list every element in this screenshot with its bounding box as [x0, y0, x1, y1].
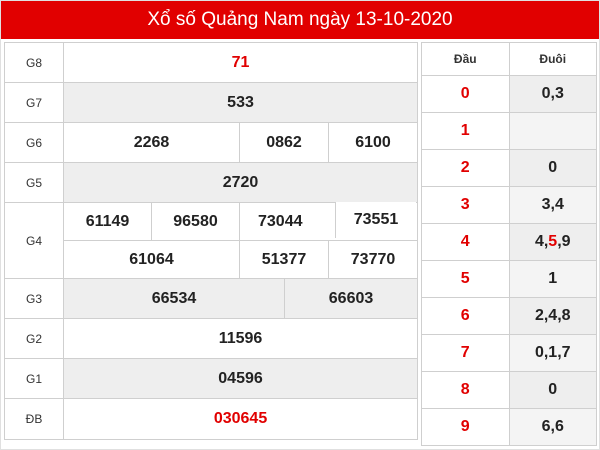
- loto-row: 6 2,4,8: [421, 297, 597, 335]
- loto-tail-4-part-1: 4,: [534, 233, 549, 250]
- prize-number-g3-1: 66534: [63, 278, 285, 319]
- prize-row-g8: G8 71: [4, 42, 419, 83]
- loto-tail-9: 6,6: [508, 408, 597, 446]
- loto-head-7: 7: [421, 334, 510, 372]
- loto-tail-4: 4,5,9: [508, 223, 597, 261]
- page-title: Xổ số Quảng Nam ngày 13-10-2020: [1, 1, 599, 39]
- prize-row-db: ĐB 030645: [4, 398, 419, 440]
- loto-tail-1: [508, 112, 597, 150]
- prize-number-g4-1: 61149: [63, 202, 152, 241]
- loto-head-2: 2: [421, 149, 510, 187]
- prize-row-g6: G6 2268 0862 6100: [4, 122, 419, 163]
- prize-row-g3: G3 66534 66603: [4, 278, 419, 319]
- loto-tail-header: Đuôi: [508, 42, 597, 76]
- prize-number-g4-5: 61064: [63, 240, 240, 279]
- loto-row: 4 4,5,9: [421, 223, 597, 261]
- loto-tail-4-part-3: ,9: [557, 233, 571, 250]
- loto-tail-6: 2,4,8: [508, 297, 597, 335]
- loto-tail-0: 0,3: [508, 75, 597, 113]
- results-panel: Xổ số Quảng Nam ngày 13-10-2020 G8 71 G7…: [0, 0, 600, 450]
- loto-head-3: 3: [421, 186, 510, 224]
- prize-number-g7: 533: [62, 82, 419, 123]
- prize-row-g7: G7 533: [4, 82, 419, 123]
- prize-label-db: ĐB: [4, 398, 64, 440]
- loto-row: 9 6,6: [421, 408, 597, 446]
- loto-tail-5: 1: [508, 260, 597, 298]
- loto-head-8: 8: [421, 371, 510, 409]
- prize-label-g8: G8: [4, 42, 64, 83]
- loto-head-1: 1: [421, 112, 510, 150]
- loto-head-9: 9: [421, 408, 510, 446]
- prize-number-g3-2: 66603: [283, 278, 419, 319]
- loto-head-header: Đầu: [421, 42, 510, 76]
- loto-row: 0 0,3: [421, 75, 597, 113]
- loto-tail-4-special: 5: [548, 233, 558, 250]
- prize-number-g4-2: 96580: [151, 202, 240, 241]
- loto-row: 2 0: [421, 149, 597, 187]
- prize-row-g2: G2 11596: [4, 318, 419, 359]
- prize-number-g1: 04596: [62, 358, 419, 399]
- prize-number-db: 030645: [62, 398, 419, 440]
- prize-number-g6-1: 2268: [63, 122, 240, 163]
- loto-head-0: 0: [421, 75, 510, 113]
- prize-number-g6-2: 0862: [239, 122, 329, 163]
- loto-row: 1: [421, 112, 597, 150]
- prize-label-g6: G6: [4, 122, 64, 163]
- loto-head-4: 4: [421, 223, 510, 261]
- prize-number-g4-6: 51377: [239, 240, 329, 279]
- loto-header-row: Đầu Đuôi: [421, 42, 597, 76]
- loto-row: 7 0,1,7: [421, 334, 597, 372]
- prize-number-g8: 71: [62, 42, 419, 83]
- prize-number-g4-4: 73551: [335, 202, 416, 238]
- prize-label-g7: G7: [4, 82, 64, 123]
- loto-row: 5 1: [421, 260, 597, 298]
- prize-table: G8 71 G7 533 G6 2268 0862 6100 G5 2720 G…: [4, 42, 419, 440]
- loto-row: 3 3,4: [421, 186, 597, 224]
- prize-row-g1: G1 04596: [4, 358, 419, 399]
- loto-head-5: 5: [421, 260, 510, 298]
- prize-number-g6-3: 6100: [327, 122, 419, 163]
- loto-table: Đầu Đuôi 0 0,3 1 2 0 3 3,4 4 4,5,9 5 1 6: [421, 42, 597, 446]
- loto-head-6: 6: [421, 297, 510, 335]
- loto-tail-8: 0: [508, 371, 597, 409]
- prize-row-g5: G5 2720: [4, 162, 419, 203]
- loto-tail-2: 0: [508, 149, 597, 187]
- prize-row-g4-b: 61064 51377 73770: [5, 240, 419, 279]
- prize-number-g5: 2720: [62, 162, 419, 203]
- prize-number-g4-7: 73770: [327, 240, 419, 279]
- prize-label-g4: G4: [4, 202, 64, 279]
- prize-label-g1: G1: [4, 358, 64, 399]
- prize-label-g3: G3: [4, 278, 64, 319]
- prize-number-g2: 11596: [62, 318, 419, 359]
- prize-label-g2: G2: [4, 318, 64, 359]
- loto-tail-7: 0,1,7: [508, 334, 597, 372]
- loto-tail-3: 3,4: [508, 186, 597, 224]
- loto-row: 8 0: [421, 371, 597, 409]
- prize-label-g5: G5: [4, 162, 64, 203]
